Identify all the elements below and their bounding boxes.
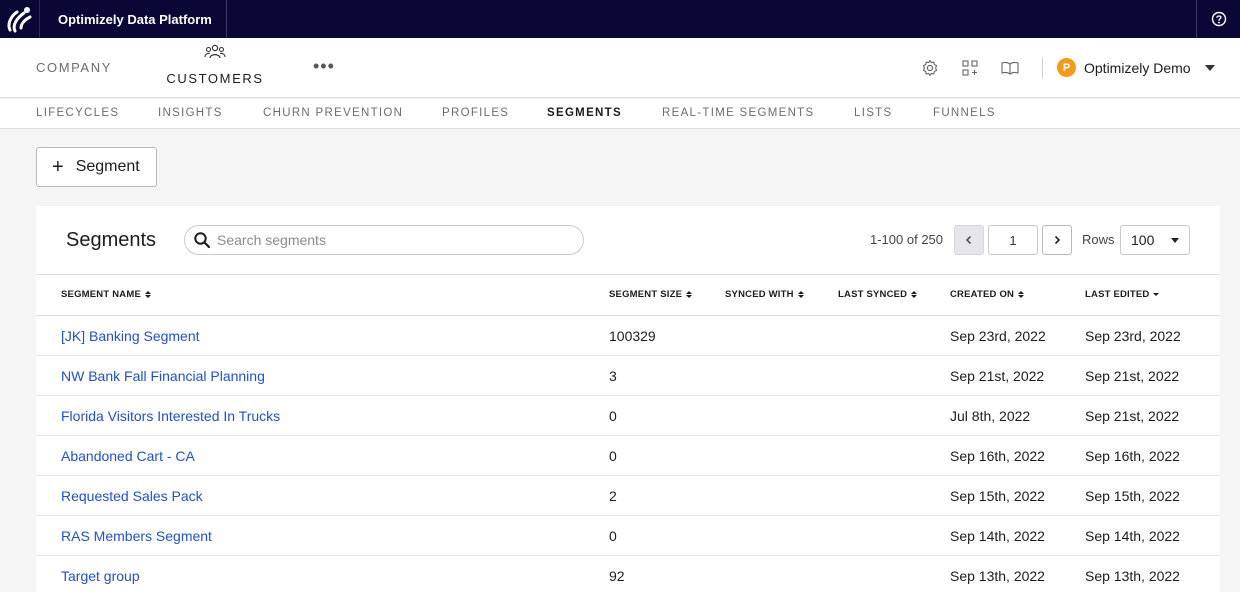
created-on: Sep 16th, 2022 bbox=[950, 448, 1045, 464]
created-on: Sep 15th, 2022 bbox=[950, 488, 1045, 504]
pagination-range: 1-100 of 250 bbox=[870, 232, 944, 247]
customers-icon bbox=[204, 44, 226, 59]
segment-size: 100329 bbox=[609, 328, 656, 344]
last-edited: Sep 13th, 2022 bbox=[1085, 568, 1180, 584]
segment-name-link[interactable]: Requested Sales Pack bbox=[61, 488, 203, 504]
tab-insights[interactable]: INSIGHTS bbox=[158, 107, 223, 119]
table-row[interactable]: Abandoned Cart - CA 0 Sep 16th, 2022 Sep… bbox=[36, 436, 1220, 476]
tab-funnels[interactable]: FUNNELS bbox=[933, 107, 996, 119]
sort-icon bbox=[686, 291, 693, 298]
tab-real-time-segments[interactable]: REAL-TIME SEGMENTS bbox=[662, 107, 814, 119]
col-last-synced[interactable]: LAST SYNCED bbox=[838, 289, 918, 300]
col-created-on[interactable]: CREATED ON bbox=[950, 289, 1025, 300]
tab-profiles[interactable]: PROFILES bbox=[442, 107, 509, 119]
chevron-left-icon bbox=[965, 235, 972, 245]
sort-icon bbox=[145, 291, 151, 298]
apps-icon[interactable] bbox=[960, 56, 980, 80]
col-last-synced-label: LAST SYNCED bbox=[838, 289, 908, 300]
segment-size: 0 bbox=[609, 408, 617, 424]
tab-lists[interactable]: LISTS bbox=[854, 107, 892, 119]
last-edited: Sep 23rd, 2022 bbox=[1085, 328, 1181, 344]
tab-lifecycles[interactable]: LIFECYCLES bbox=[36, 107, 119, 119]
segments-card: Segments 1-100 of 250 1 Rows 100 SEGMENT… bbox=[36, 206, 1220, 592]
next-page-button[interactable] bbox=[1042, 225, 1072, 255]
segment-size: 92 bbox=[609, 568, 625, 584]
chevron-down-icon bbox=[1171, 237, 1179, 243]
help-icon[interactable] bbox=[1196, 0, 1240, 38]
col-segment-size-label: SEGMENT SIZE bbox=[609, 289, 683, 300]
tab-churn-prevention[interactable]: CHURN PREVENTION bbox=[263, 107, 403, 119]
segment-name-link[interactable]: RAS Members Segment bbox=[61, 528, 212, 544]
segment-name-link[interactable]: Abandoned Cart - CA bbox=[61, 448, 195, 464]
page-number-input[interactable]: 1 bbox=[988, 225, 1038, 255]
more-icon[interactable]: ••• bbox=[313, 56, 335, 77]
chevron-down-icon bbox=[1204, 64, 1215, 71]
rows-label: Rows bbox=[1082, 232, 1115, 247]
prev-page-button[interactable] bbox=[954, 225, 984, 255]
col-segment-size[interactable]: SEGMENT SIZE bbox=[609, 289, 693, 300]
search-input[interactable] bbox=[217, 232, 577, 248]
last-edited: Sep 15th, 2022 bbox=[1085, 488, 1180, 504]
col-synced-with[interactable]: SYNCED WITH bbox=[725, 289, 804, 300]
docs-book-icon[interactable] bbox=[1000, 56, 1020, 80]
top-bar: Optimizely Data Platform bbox=[0, 0, 1240, 38]
last-edited: Sep 21st, 2022 bbox=[1085, 408, 1180, 424]
last-edited: Sep 14th, 2022 bbox=[1085, 528, 1180, 544]
created-on: Sep 21st, 2022 bbox=[950, 368, 1045, 384]
table-row[interactable]: RAS Members Segment 0 Sep 14th, 2022 Sep… bbox=[36, 516, 1220, 556]
col-synced-with-label: SYNCED WITH bbox=[725, 289, 794, 300]
optimizely-logo-icon[interactable] bbox=[0, 0, 40, 38]
table-row[interactable]: Requested Sales Pack 2 Sep 15th, 2022 Se… bbox=[36, 476, 1220, 516]
org-name: Optimizely Demo bbox=[1084, 59, 1191, 76]
last-edited: Sep 21st, 2022 bbox=[1085, 368, 1180, 384]
segment-name-link[interactable]: Target group bbox=[61, 568, 140, 584]
sort-icon bbox=[1018, 291, 1025, 298]
app-name: Optimizely Data Platform bbox=[40, 0, 227, 38]
col-segment-name[interactable]: SEGMENT NAME bbox=[61, 289, 151, 300]
nav-divider bbox=[1042, 58, 1043, 78]
rows-value: 100 bbox=[1131, 232, 1155, 248]
nav-customers-label: CUSTOMERS bbox=[166, 71, 264, 86]
chevron-right-icon bbox=[1054, 235, 1061, 245]
plus-icon: + bbox=[52, 156, 64, 178]
segment-size: 2 bbox=[609, 488, 617, 504]
col-last-edited-label: LAST EDITED bbox=[1085, 289, 1150, 300]
last-edited: Sep 16th, 2022 bbox=[1085, 448, 1180, 464]
nav-company[interactable]: COMPANY bbox=[36, 60, 112, 75]
segment-name-link[interactable]: Florida Visitors Interested In Trucks bbox=[61, 408, 280, 424]
org-avatar: P bbox=[1057, 58, 1076, 77]
card-title: Segments bbox=[66, 229, 157, 251]
sort-icon bbox=[911, 291, 918, 298]
table-row[interactable]: NW Bank Fall Financial Planning 3 Sep 21… bbox=[36, 356, 1220, 396]
sort-desc-icon bbox=[1153, 293, 1160, 296]
search-field[interactable] bbox=[184, 225, 584, 255]
col-created-on-label: CREATED ON bbox=[950, 289, 1015, 300]
created-on: Sep 13th, 2022 bbox=[950, 568, 1045, 584]
table-header: SEGMENT NAME SEGMENT SIZE SYNCED WITH LA… bbox=[36, 274, 1220, 316]
created-on: Sep 14th, 2022 bbox=[950, 528, 1045, 544]
settings-icon[interactable] bbox=[920, 56, 940, 80]
segment-size: 3 bbox=[609, 368, 617, 384]
col-last-edited[interactable]: LAST EDITED bbox=[1085, 289, 1160, 300]
org-switcher[interactable]: P Optimizely Demo bbox=[1057, 58, 1215, 77]
sub-nav: LIFECYCLES INSIGHTS CHURN PREVENTION PRO… bbox=[0, 99, 1240, 129]
main-nav: COMPANY CUSTOMERS ••• P Optimizely Demo bbox=[0, 38, 1240, 98]
sort-icon bbox=[797, 291, 804, 298]
created-on: Sep 23rd, 2022 bbox=[950, 328, 1046, 344]
segment-size: 0 bbox=[609, 448, 617, 464]
add-segment-label: Segment bbox=[75, 158, 140, 175]
segment-size: 0 bbox=[609, 528, 617, 544]
segment-name-link[interactable]: [JK] Banking Segment bbox=[61, 328, 200, 344]
rows-per-page-select[interactable]: 100 bbox=[1120, 225, 1190, 255]
table-row[interactable]: Target group 92 Sep 13th, 2022 Sep 13th,… bbox=[36, 556, 1220, 592]
col-segment-name-label: SEGMENT NAME bbox=[61, 289, 141, 300]
search-icon bbox=[194, 232, 211, 249]
segment-name-link[interactable]: NW Bank Fall Financial Planning bbox=[61, 368, 265, 384]
table-row[interactable]: Florida Visitors Interested In Trucks 0 … bbox=[36, 396, 1220, 436]
add-segment-button[interactable]: + Segment bbox=[36, 147, 157, 187]
table-row[interactable]: [JK] Banking Segment 100329 Sep 23rd, 20… bbox=[36, 316, 1220, 356]
nav-customers[interactable]: CUSTOMERS bbox=[162, 44, 268, 86]
tab-segments[interactable]: SEGMENTS bbox=[547, 107, 622, 119]
created-on: Jul 8th, 2022 bbox=[950, 408, 1031, 424]
